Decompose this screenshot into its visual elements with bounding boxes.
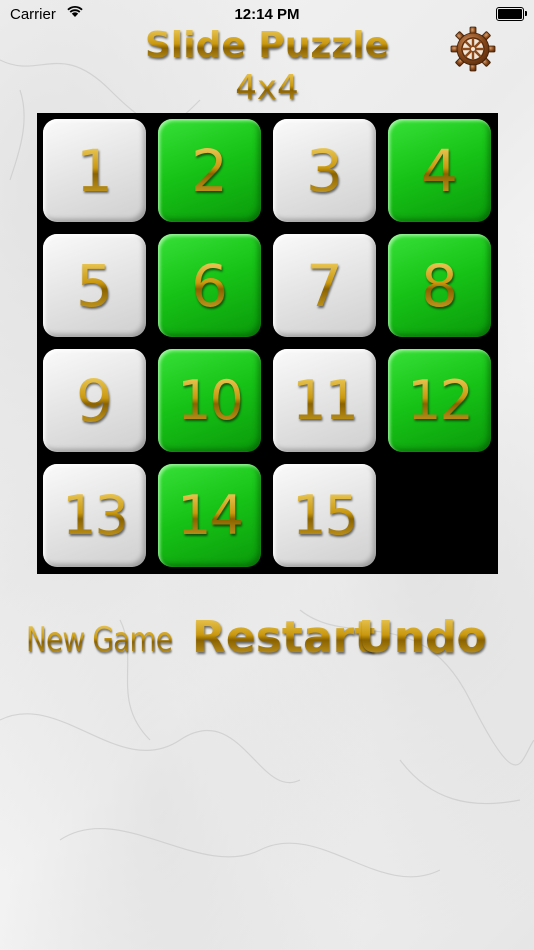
undo-label: Undo (358, 612, 487, 663)
status-time: 12:14 PM (234, 6, 300, 23)
tile-number: 15 (292, 483, 359, 547)
puzzle-tile[interactable]: 9 (43, 349, 146, 452)
puzzle-tile[interactable]: 1 (43, 119, 146, 222)
tile-number: 13 (62, 483, 129, 547)
tile-number: 2 (191, 136, 228, 205)
puzzle-tile[interactable]: 15 (273, 464, 376, 567)
puzzle-tile[interactable]: 11 (273, 349, 376, 452)
undo-button[interactable]: Undo (358, 612, 487, 663)
restart-button[interactable]: Restart (192, 612, 375, 663)
tile-number: 3 (306, 136, 343, 205)
gear-icon[interactable] (450, 26, 496, 72)
tile-number: 6 (191, 251, 228, 320)
tile-number: 4 (421, 136, 458, 205)
tile-number: 1 (76, 136, 113, 205)
battery-icon (496, 7, 527, 21)
puzzle-tile[interactable]: 10 (158, 349, 261, 452)
tile-number: 11 (292, 368, 359, 432)
restart-label: Restart (192, 612, 376, 663)
puzzle-tile[interactable]: 13 (43, 464, 146, 567)
tile-number: 14 (177, 483, 244, 547)
puzzle-tile[interactable]: 7 (273, 234, 376, 337)
new-game-button[interactable]: New Game (26, 620, 204, 660)
tile-number: 7 (306, 251, 343, 320)
battery-level (498, 9, 522, 19)
puzzle-tile[interactable]: 14 (158, 464, 261, 567)
puzzle-board: 1 2 3 4 5 6 7 8 9 10 11 12 13 14 15 (37, 113, 498, 574)
tile-number: 10 (177, 368, 244, 432)
puzzle-tile[interactable]: 2 (158, 119, 261, 222)
puzzle-tile[interactable]: 4 (388, 119, 491, 222)
puzzle-size-label: 4x4 (0, 68, 534, 108)
puzzle-tile[interactable]: 6 (158, 234, 261, 337)
puzzle-tile[interactable]: 8 (388, 234, 491, 337)
new-game-label: New Game (26, 620, 173, 660)
tile-number: 12 (407, 368, 474, 432)
tile-number: 9 (76, 366, 113, 435)
puzzle-tile[interactable]: 3 (273, 119, 376, 222)
action-bar: New Game Restart Undo (0, 612, 534, 672)
tile-number: 8 (421, 251, 458, 320)
puzzle-tile[interactable]: 5 (43, 234, 146, 337)
tile-number: 5 (76, 251, 113, 320)
puzzle-tile[interactable]: 12 (388, 349, 491, 452)
